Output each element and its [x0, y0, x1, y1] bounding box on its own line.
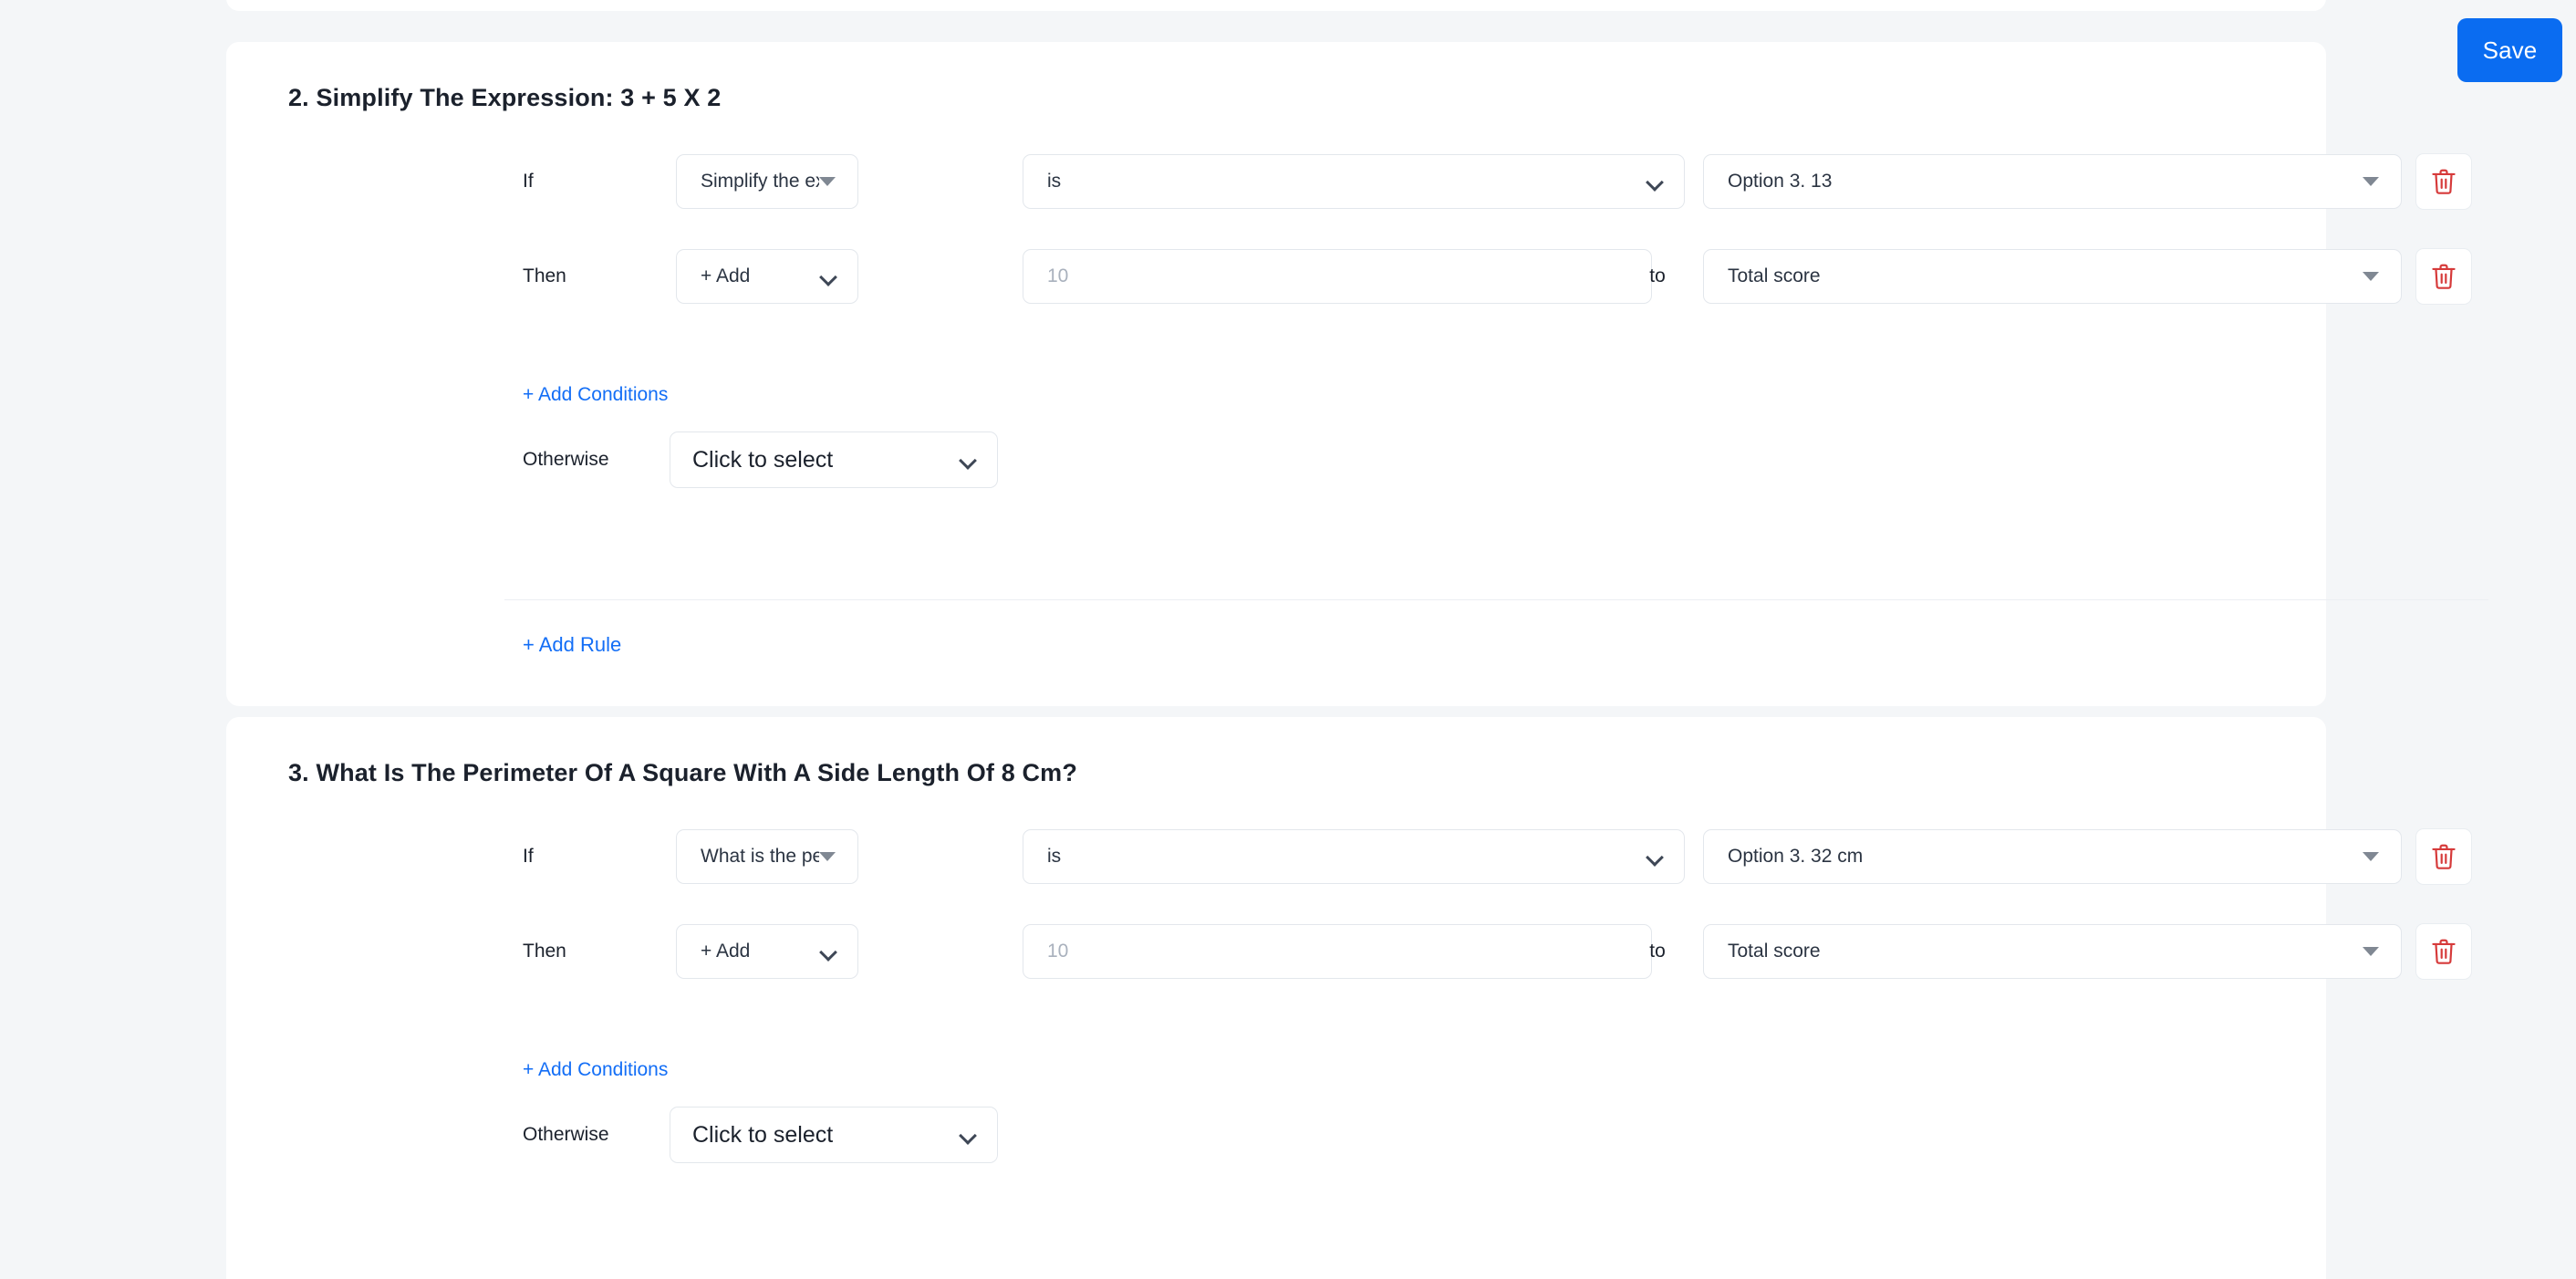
delete-if-row-button[interactable] — [2415, 828, 2472, 885]
chevron-down-icon — [2363, 947, 2379, 956]
then-target-value: Total score — [1728, 265, 1821, 286]
question-card-2: 2. Simplify The Expression: 3 + 5 X 2 If… — [226, 42, 2488, 706]
add-rule-link[interactable]: + Add Rule — [523, 633, 621, 657]
if-option-select[interactable]: Option 3. 13 — [1703, 154, 2402, 209]
then-action-value: + Add — [701, 941, 751, 962]
otherwise-label: Otherwise — [523, 1124, 609, 1145]
page-title: 2. Simplify The Expression: 3 + 5 X 2 — [288, 84, 722, 111]
page-title: 3. What Is The Perimeter Of A Square Wit… — [288, 759, 1077, 786]
if-question-value: Simplify the expres... — [701, 171, 819, 192]
chevron-down-icon — [961, 1128, 975, 1142]
if-question-value: What is the perimet... — [701, 846, 819, 867]
chevron-down-icon — [961, 452, 975, 467]
chevron-down-icon — [821, 944, 836, 959]
question-card-3: 3. What Is The Perimeter Of A Square Wit… — [226, 717, 2472, 1279]
if-option-select[interactable]: Option 3. 32 cm — [1703, 829, 2402, 884]
chevron-down-icon — [2363, 177, 2379, 186]
then-label: Then — [523, 941, 566, 962]
to-label: to — [1649, 941, 1666, 962]
if-label: If — [523, 846, 534, 867]
then-amount-input[interactable]: 10 — [1023, 249, 1652, 304]
then-amount-input[interactable]: 10 — [1023, 924, 1652, 979]
otherwise-select[interactable]: Click to select — [670, 1107, 998, 1163]
then-target-select[interactable]: Total score — [1703, 924, 2402, 979]
if-operator-value: is — [1047, 846, 1062, 867]
then-amount-placeholder: 10 — [1047, 265, 1069, 286]
chevron-down-icon — [1647, 849, 1662, 864]
add-conditions-link[interactable]: + Add Conditions — [523, 384, 668, 406]
delete-then-row-button[interactable] — [2415, 923, 2472, 980]
if-operator-select[interactable]: is — [1023, 154, 1685, 209]
if-option-value: Option 3. 13 — [1728, 171, 1833, 192]
then-target-select[interactable]: Total score — [1703, 249, 2402, 304]
trash-icon — [2432, 844, 2456, 869]
save-button[interactable]: Save — [2457, 18, 2562, 82]
then-action-value: + Add — [701, 265, 751, 286]
scoring-rules-page: Save 2. Simplify The Expression: 3 + 5 X… — [0, 0, 2576, 1279]
otherwise-value: Click to select — [692, 1121, 834, 1148]
previous-question-card — [226, 0, 2326, 11]
then-label: Then — [523, 265, 566, 286]
if-operator-select[interactable]: is — [1023, 829, 1685, 884]
if-operator-value: is — [1047, 171, 1062, 192]
trash-icon — [2432, 939, 2456, 964]
chevron-down-icon — [1647, 174, 1662, 189]
chevron-down-icon — [821, 269, 836, 284]
then-action-select[interactable]: + Add — [676, 924, 858, 979]
if-question-select[interactable]: What is the perimet... — [676, 829, 858, 884]
if-label: If — [523, 171, 534, 192]
then-target-value: Total score — [1728, 941, 1821, 962]
otherwise-select[interactable]: Click to select — [670, 432, 998, 488]
then-action-select[interactable]: + Add — [676, 249, 858, 304]
card-divider — [504, 599, 2488, 600]
chevron-down-icon — [2363, 272, 2379, 281]
otherwise-value: Click to select — [692, 446, 834, 473]
then-amount-placeholder: 10 — [1047, 941, 1069, 962]
otherwise-label: Otherwise — [523, 449, 609, 470]
add-conditions-link[interactable]: + Add Conditions — [523, 1059, 668, 1081]
if-option-value: Option 3. 32 cm — [1728, 846, 1864, 867]
chevron-down-icon — [2363, 852, 2379, 861]
if-question-select[interactable]: Simplify the expres... — [676, 154, 858, 209]
delete-then-row-button[interactable] — [2415, 248, 2472, 305]
delete-if-row-button[interactable] — [2415, 153, 2472, 210]
trash-icon — [2432, 264, 2456, 289]
to-label: to — [1649, 265, 1666, 286]
chevron-down-icon — [819, 177, 836, 186]
chevron-down-icon — [819, 852, 836, 861]
trash-icon — [2432, 169, 2456, 194]
